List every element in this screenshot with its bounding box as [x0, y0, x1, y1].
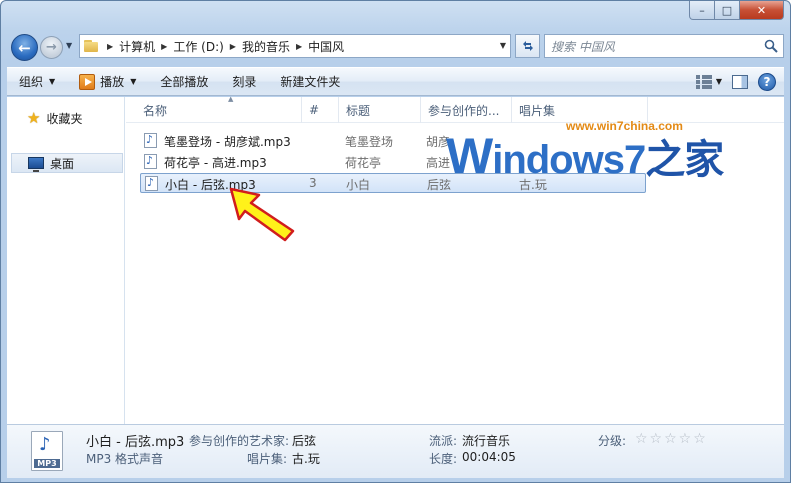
change-view-icon[interactable] [695, 74, 712, 89]
details-artist-label: 参与创作的艺术家: [189, 434, 290, 448]
music-file-icon [144, 154, 157, 172]
minimize-button[interactable]: – [689, 1, 715, 20]
breadcrumb-computer[interactable]: 计算机 [119, 38, 155, 55]
column-header-track[interactable]: # [302, 97, 339, 123]
details-album-value[interactable]: 古.玩 [292, 450, 320, 467]
play-icon [79, 73, 96, 90]
details-genre-label: 流派: [429, 434, 458, 448]
details-pane: ♪ MP3 小白 - 后弦.mp3 MP3 格式声音 参与创作的艺术家: 后弦 … [7, 424, 784, 478]
preview-pane-icon[interactable] [732, 74, 748, 89]
command-bar: 组织 ▼ 播放 ▼ 全部播放 刻录 新建文件夹 ▼ ? [7, 67, 784, 96]
details-album-label: 唱片集: [247, 452, 288, 466]
column-label: 名称 [143, 103, 168, 118]
address-bar[interactable]: ▶ 计算机 ▶ 工作 (D:) ▶ 我的音乐 ▶ 中国风 ▼ [79, 34, 511, 58]
file-list: 名称 ▲ # 标题 参与创作的... 唱片集 笔墨登场 - 胡彦斌.mp3 笔墨… [126, 95, 784, 424]
search-input[interactable]: 搜索 中国风 [551, 38, 615, 55]
details-filetype: MP3 格式声音 [86, 452, 164, 466]
details-genre-value[interactable]: 流行音乐 [462, 432, 510, 449]
desktop-icon [28, 157, 44, 172]
file-title: 荷花亭 [345, 156, 382, 170]
forward-button[interactable]: → [40, 36, 63, 59]
organize-button[interactable]: 组织 ▼ [7, 68, 67, 95]
play-all-button[interactable]: 全部播放 [148, 68, 220, 95]
details-artist-value[interactable]: 后弦 [292, 432, 316, 449]
folder-icon [83, 39, 101, 53]
nav-item-label: 收藏夹 [46, 111, 83, 126]
search-icon[interactable] [763, 38, 779, 54]
close-button[interactable]: ✕ [740, 1, 784, 20]
play-button[interactable]: 播放 ▼ [67, 68, 148, 95]
maximize-button[interactable]: □ [715, 1, 740, 20]
details-rating-label: 分级: [598, 434, 627, 448]
file-title: 小白 [346, 178, 371, 192]
file-title: 笔墨登场 [345, 135, 394, 149]
column-header-name[interactable]: 名称 ▲ [136, 95, 302, 123]
caption-buttons: – □ ✕ [689, 1, 784, 21]
music-file-icon [144, 133, 157, 151]
chevron-down-icon: ▼ [130, 77, 137, 86]
refresh-button[interactable] [515, 34, 540, 58]
back-button[interactable]: ← [11, 34, 38, 61]
breadcrumb-chinese-style[interactable]: 中国风 [308, 38, 344, 55]
breadcrumb-drive-d[interactable]: 工作 (D:) [173, 38, 223, 55]
chevron-right-icon[interactable]: ▶ [161, 42, 167, 51]
column-header-title[interactable]: 标题 [339, 97, 421, 123]
column-header-artist[interactable]: 参与创作的... [421, 97, 512, 123]
chevron-right-icon[interactable]: ▶ [296, 42, 302, 51]
chevron-down-icon[interactable]: ▼ [716, 77, 722, 86]
recent-pages-dropdown[interactable]: ▼ [66, 41, 72, 50]
mp3-file-icon: ♪ MP3 [31, 431, 63, 471]
details-filename: 小白 - 后弦.mp3 [86, 435, 185, 450]
chevron-down-icon: ▼ [49, 77, 56, 86]
help-icon[interactable]: ? [758, 72, 776, 91]
play-label: 播放 [100, 75, 125, 89]
column-headers: 名称 ▲ # 标题 参与创作的... 唱片集 [126, 95, 784, 123]
address-history-dropdown-icon[interactable]: ▼ [500, 41, 506, 50]
file-track: 3 [309, 176, 317, 190]
search-box[interactable]: 搜索 中国风 [544, 34, 784, 58]
view-controls: ▼ ? [695, 68, 776, 95]
navigation-bar: ← → ▼ ▶ 计算机 ▶ 工作 (D:) ▶ 我的音乐 ▶ 中国风 ▼ 搜索 … [7, 31, 784, 63]
chevron-right-icon[interactable]: ▶ [107, 42, 113, 51]
nav-item-label: 桌面 [50, 156, 75, 171]
music-file-icon [145, 176, 158, 194]
new-folder-button[interactable]: 新建文件夹 [268, 68, 352, 95]
explorer-window: – □ ✕ ← → ▼ ▶ 计算机 ▶ 工作 (D:) ▶ 我的音乐 ▶ 中国风… [0, 0, 791, 483]
burn-button[interactable]: 刻录 [220, 68, 268, 95]
nav-item-favorites[interactable]: ★ 收藏夹 [27, 108, 82, 128]
watermark-logo: Windows7之家 [446, 128, 724, 184]
organize-label: 组织 [19, 75, 44, 89]
breadcrumb-my-music[interactable]: 我的音乐 [242, 38, 290, 55]
file-name: 荷花亭 - 高进.mp3 [164, 156, 267, 170]
details-length-label: 长度: [429, 452, 458, 466]
details-length-value: 00:04:05 [462, 450, 516, 464]
rating-stars[interactable]: ☆☆☆☆☆ [635, 431, 708, 447]
nav-item-desktop[interactable]: 桌面 [11, 153, 123, 173]
sort-ascending-icon: ▲ [228, 95, 234, 103]
star-icon: ★ [27, 109, 41, 127]
navigation-pane: ★ 收藏夹 桌面 [7, 97, 125, 424]
refresh-icon [522, 41, 533, 51]
chevron-right-icon[interactable]: ▶ [230, 42, 236, 51]
content-area: ★ 收藏夹 桌面 名称 ▲ # 标题 参与创作的... 唱片集 笔墨 [7, 95, 784, 424]
pointer-arrow-annotation [229, 187, 295, 242]
file-name: 笔墨登场 - 胡彦斌.mp3 [164, 135, 291, 149]
